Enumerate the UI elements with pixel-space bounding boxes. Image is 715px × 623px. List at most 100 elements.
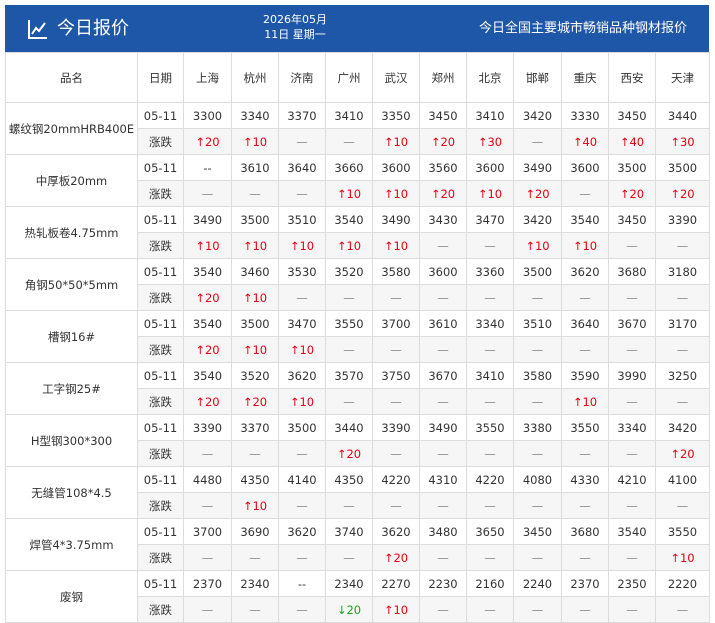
change-cell: ↑20 [325,440,373,467]
change-cell: ↑10 [372,180,420,207]
change-cell: — [513,284,562,311]
price-cell: -- [183,154,232,181]
price-cell: 3420 [655,414,710,441]
change-cell: — [325,388,373,415]
product-name: H型钢300*300 [5,414,138,467]
price-row: 焊管4*3.75mm 05-11 3700 3690 3620 3740 3620 3480 3… [5,518,710,571]
price-cell: 3620 [278,518,326,545]
change-cell: — [372,440,420,467]
header-product-name: 品名 [5,52,138,103]
price-cell: 3640 [278,154,326,181]
price-date: 05-11 [137,414,184,441]
price-cell: 3610 [419,310,467,337]
change-cell: — [231,596,279,623]
price-cell: 4310 [419,466,467,493]
change-cell: ↑20 [372,544,420,571]
change-cell: — [513,544,562,571]
price-cell: 4480 [183,466,232,493]
change-cell: ↑20 [655,180,710,207]
price-cell: 3410 [325,102,373,129]
change-cell: — [419,596,467,623]
price-cell: 4220 [466,466,514,493]
price-cell: 3540 [183,310,232,337]
price-cell: 4080 [513,466,562,493]
change-cell: ↑20 [608,180,656,207]
price-cell: 2340 [231,570,279,597]
price-cell: 3690 [231,518,279,545]
price-cell: 3450 [419,102,467,129]
price-cell: 3170 [655,310,710,337]
price-cell: 2240 [513,570,562,597]
price-cell: 3620 [372,518,420,545]
price-cell: 3470 [278,310,326,337]
price-cell: 3490 [372,206,420,233]
price-row: H型钢300*300 05-11 3390 3370 3500 3440 3390 3490 3… [5,414,710,467]
change-cell: — [513,336,562,363]
price-cell: 3550 [325,310,373,337]
change-cell: — [466,596,514,623]
header-city: 上海 [183,52,232,103]
header-city: 天津 [655,52,710,103]
price-cell: 3640 [561,310,609,337]
change-cell: ↑20 [513,180,562,207]
change-cell: — [513,388,562,415]
change-cell: — [561,336,609,363]
change-cell: ↑20 [419,128,467,155]
price-cell: 3610 [231,154,279,181]
price-cell: 3660 [325,154,373,181]
change-cell: — [561,492,609,519]
price-cell: 3580 [513,362,562,389]
change-cell: — [183,440,232,467]
price-cell: 2220 [655,570,710,597]
change-cell: — [466,544,514,571]
date-display: 2026年05月 11日 星期一 [235,12,355,42]
change-cell: — [561,284,609,311]
price-cell: 2230 [419,570,467,597]
change-label: 涨跌 [137,388,184,415]
price-table: 品名 日期 上海 杭州 济南 广州 武汉 郑州 北京 邯郸 重庆 西安 天津 螺纹钢20mmHRB4… [5,52,710,623]
price-cell: 3650 [466,518,514,545]
header-subtitle: 今日全国主要城市畅销品种钢材报价 [478,21,687,36]
product-name: 角钢50*50*5mm [5,258,138,311]
price-cell: 4220 [372,466,420,493]
price-cell: 3450 [608,206,656,233]
change-cell: — [419,388,467,415]
price-row: 角钢50*50*5mm 05-11 3540 3460 3530 3520 3580 3600… [5,258,710,311]
header-city: 重庆 [561,52,609,103]
change-cell: — [655,388,710,415]
product-name: 废钢 [5,570,138,623]
price-cell: 3540 [608,518,656,545]
change-cell: — [419,440,467,467]
change-cell: ↑30 [466,128,514,155]
price-cell: 3500 [655,154,710,181]
change-cell: ↑10 [325,180,373,207]
change-label: 涨跌 [137,440,184,467]
price-cell: 3590 [561,362,609,389]
change-cell: — [466,336,514,363]
product-name: 焊管4*3.75mm [5,518,138,571]
change-cell: ↑10 [231,232,279,259]
change-cell: — [419,336,467,363]
change-cell: ↑10 [325,232,373,259]
change-cell: — [231,180,279,207]
line-chart-icon [28,20,47,39]
change-label: 涨跌 [137,128,184,155]
price-cell: 3180 [655,258,710,285]
change-cell: — [372,388,420,415]
change-cell: ↑20 [183,388,232,415]
change-cell: — [655,596,710,623]
header-city: 济南 [278,52,326,103]
price-cell: -- [278,570,326,597]
change-cell: ↑40 [608,128,656,155]
change-label: 涨跌 [137,232,184,259]
table-body: 螺纹钢20mmHRB400E 05-11 3300 3340 3370 3410 3350 3… [5,102,710,623]
price-cell: 3510 [513,310,562,337]
price-cell: 3560 [419,154,467,181]
price-cell: 3380 [513,414,562,441]
price-cell: 3500 [513,258,562,285]
price-cell: 3510 [278,206,326,233]
price-cell: 3740 [325,518,373,545]
change-cell: — [466,440,514,467]
price-cell: 3550 [466,414,514,441]
change-cell: ↑10 [561,388,609,415]
